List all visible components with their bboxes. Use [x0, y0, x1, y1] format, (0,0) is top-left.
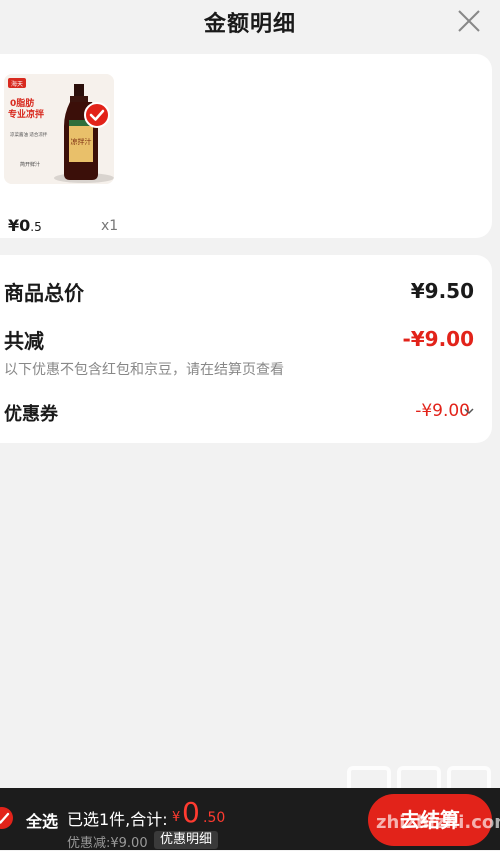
select-all-label[interactable]: 全选 [26, 808, 58, 832]
check-circle-icon[interactable] [84, 102, 110, 128]
total-decimal: .50 [203, 810, 226, 826]
total-price-value: ¥9.50 [410, 279, 474, 303]
close-icon[interactable] [456, 8, 482, 34]
product-card: 凉拌汁 海天 0脂肪专业凉拌 凉菜酱油 适合凉拌 简开鲜汁 ¥0.5 x1 [0, 54, 492, 238]
product-desc-text: 凉菜酱油 适合凉拌 [10, 131, 48, 138]
reduce-label: 共减 [4, 329, 44, 353]
total-price-label: 商品总价 [4, 281, 84, 305]
summary-card: 商品总价 ¥9.50 共减 -¥9.00 以下优惠不包含红包和京豆，请在结算页查… [0, 255, 492, 443]
product-image: 凉拌汁 海天 0脂肪专业凉拌 凉菜酱油 适合凉拌 简开鲜汁 [4, 74, 114, 184]
price-decimal: .5 [30, 220, 42, 234]
product-item[interactable]: 凉拌汁 海天 0脂肪专业凉拌 凉菜酱油 适合凉拌 简开鲜汁 ¥0.5 x1 [4, 74, 118, 240]
check-circle-icon[interactable] [0, 806, 14, 830]
price-int: ¥0 [8, 216, 31, 235]
header: 金额明细 [0, 0, 500, 48]
product-price: ¥0.5 [8, 216, 42, 235]
reduce-value: -¥9.00 [402, 327, 474, 351]
brand-badge-text: 海天 [11, 80, 23, 88]
total-currency: ¥ [172, 810, 181, 825]
selected-summary: 已选1件,合计: [67, 810, 168, 829]
product-image-art: 凉拌汁 海天 0脂肪专业凉拌 凉菜酱油 适合凉拌 简开鲜汁 [4, 74, 114, 184]
page-title: 金额明细 [203, 12, 296, 37]
watermark-site: zhizhizhi.com [376, 812, 500, 833]
product-footer-text: 简开鲜汁 [20, 161, 40, 168]
bottle-label-text: 凉拌汁 [71, 137, 92, 146]
discount-note: 以下优惠不包含红包和京豆，请在结算页查看 [4, 362, 284, 378]
coupon-label: 优惠券 [4, 404, 58, 425]
total-integer: 0 [182, 796, 200, 829]
product-quantity: x1 [101, 218, 119, 234]
chevron-down-icon[interactable] [464, 407, 474, 415]
discount-summary: 优惠减:¥9.00 [67, 836, 148, 851]
coupon-value[interactable]: -¥9.00 [415, 401, 470, 421]
discount-detail-button[interactable]: 优惠明细 [154, 831, 219, 849]
